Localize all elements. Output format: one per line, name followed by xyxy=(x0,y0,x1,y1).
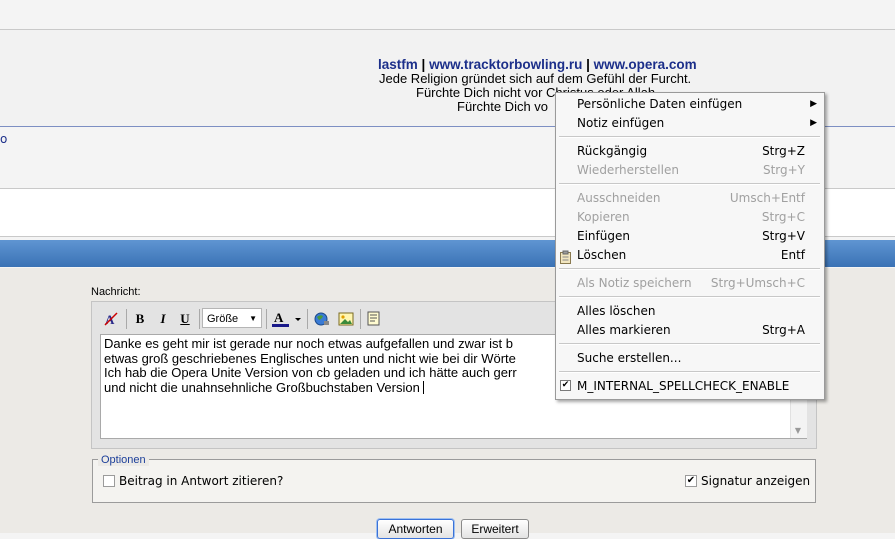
menu-item-label: Notiz einfügen xyxy=(577,116,665,130)
menu-item-label: Löschen xyxy=(577,248,627,262)
spellcheck-check-icon: ✔ xyxy=(560,380,571,391)
tracktorbowling-link[interactable]: www.tracktorbowling.ru xyxy=(429,57,582,72)
font-color-button[interactable]: A xyxy=(270,308,304,330)
menu-separator xyxy=(559,136,820,138)
left-link-fragment[interactable]: o xyxy=(0,132,7,146)
menu-separator xyxy=(559,343,820,345)
menu-separator xyxy=(559,183,820,185)
menu-item-label: Persönliche Daten einfügen xyxy=(577,97,743,111)
link-separator: | xyxy=(421,57,426,72)
signature-line: Fürchte Dich vo xyxy=(457,99,549,114)
message-label: Nachricht: xyxy=(91,286,141,298)
clipboard-icon xyxy=(560,250,571,264)
signature-checkbox[interactable]: ✔ xyxy=(685,475,697,487)
font-size-value: Größe xyxy=(207,313,239,325)
menu-item-save-as-note: Als Notiz speichern Strg+Umsch+C xyxy=(577,274,805,293)
submenu-arrow-icon: ▶ xyxy=(810,118,817,128)
text-caret xyxy=(423,380,425,394)
menu-item-label: Suche erstellen... xyxy=(577,351,682,365)
opera-link[interactable]: www.opera.com xyxy=(594,57,697,72)
menu-shortcut: Strg+Y xyxy=(762,163,805,177)
quote-icon[interactable] xyxy=(363,308,385,330)
menu-item-label: Ausschneiden xyxy=(577,191,661,205)
submenu-arrow-icon: ▶ xyxy=(810,99,817,109)
menu-item-label: Als Notiz speichern xyxy=(577,276,692,290)
menu-separator xyxy=(559,268,820,270)
signature-line: Jede Religion gründet sich auf dem Gefüh… xyxy=(379,71,692,86)
lastfm-link[interactable]: lastfm xyxy=(378,57,418,72)
menu-shortcut: Umsch+Entf xyxy=(729,191,805,205)
menu-shortcut: Entf xyxy=(780,248,805,262)
menu-item-create-search[interactable]: Suche erstellen... xyxy=(577,349,805,368)
menu-item-label: Wiederherstellen xyxy=(577,163,679,177)
quote-checkbox[interactable] xyxy=(103,475,115,487)
advanced-button[interactable]: Erweitert xyxy=(461,519,529,539)
menu-item-label: Alles löschen xyxy=(577,304,656,318)
bold-button[interactable]: B xyxy=(129,308,151,330)
font-size-select[interactable]: Größe ▼ xyxy=(202,308,262,328)
menu-item-insert-note[interactable]: Notiz einfügen ▶ xyxy=(577,114,817,133)
link-separator: | xyxy=(586,57,590,72)
menu-item-insert-personal-data[interactable]: Persönliche Daten einfügen ▶ xyxy=(577,95,817,114)
options-legend: Optionen xyxy=(98,454,149,466)
svg-text:A: A xyxy=(274,310,284,325)
link-globe-icon[interactable] xyxy=(311,308,333,330)
menu-shortcut: Strg+A xyxy=(762,323,805,337)
menu-shortcut: Strg+Umsch+C xyxy=(710,276,805,290)
menu-separator xyxy=(559,371,820,373)
message-line: und nicht die unahnsehnliche Großbuchsta… xyxy=(104,379,424,395)
menu-item-label: Einfügen xyxy=(577,229,630,243)
menu-item-delete[interactable]: Löschen Entf xyxy=(577,246,805,265)
underline-button[interactable]: U xyxy=(174,308,196,330)
scroll-down-arrow-icon[interactable]: ▼ xyxy=(790,422,806,438)
signature-links: lastfm | www.tracktorbowling.ru | www.op… xyxy=(378,57,697,72)
menu-item-label: Rückgängig xyxy=(577,144,648,158)
menu-item-spellcheck[interactable]: M_INTERNAL_SPELLCHECK_ENABLE xyxy=(577,377,805,396)
menu-item-label: Alles markieren xyxy=(577,323,671,337)
menu-item-redo: Wiederherstellen Strg+Y xyxy=(577,161,805,180)
quote-checkbox-label[interactable]: Beitrag in Antwort zitieren? xyxy=(119,474,283,488)
menu-item-label: Kopieren xyxy=(577,210,630,224)
menu-item-label: M_INTERNAL_SPELLCHECK_ENABLE xyxy=(577,379,790,393)
menu-item-select-all[interactable]: Alles markieren Strg+A xyxy=(577,321,805,340)
menu-item-clear-all[interactable]: Alles löschen xyxy=(577,302,805,321)
reply-button[interactable]: Antworten xyxy=(377,519,454,539)
remove-format-icon[interactable]: A xyxy=(100,308,122,330)
menu-shortcut: Strg+Z xyxy=(762,144,805,158)
menu-item-cut: Ausschneiden Umsch+Entf xyxy=(577,189,805,208)
signature-checkbox-label[interactable]: Signatur anzeigen xyxy=(701,474,810,488)
menu-item-copy: Kopieren Strg+C xyxy=(577,208,805,227)
italic-button[interactable]: I xyxy=(152,308,174,330)
menu-separator xyxy=(559,296,820,298)
menu-shortcut: Strg+C xyxy=(761,210,805,224)
context-menu: Persönliche Daten einfügen ▶ Notiz einfü… xyxy=(555,92,825,400)
menu-shortcut: Strg+V xyxy=(762,229,805,243)
menu-item-undo[interactable]: Rückgängig Strg+Z xyxy=(577,142,805,161)
insert-image-icon[interactable] xyxy=(335,308,357,330)
chevron-down-icon: ▼ xyxy=(249,314,257,323)
menu-item-paste[interactable]: Einfügen Strg+V xyxy=(577,227,805,246)
